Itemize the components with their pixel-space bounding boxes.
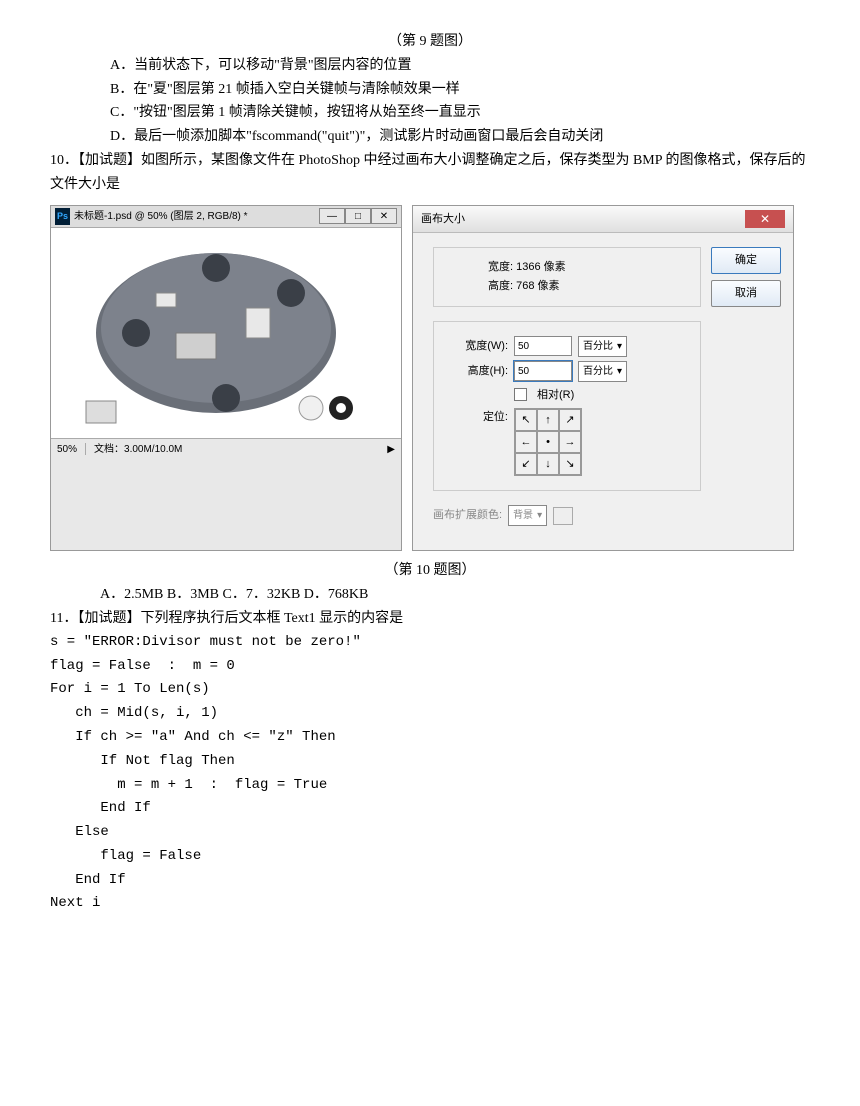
photoshop-window: Ps 未标题-1.psd @ 50% (图层 2, RGB/8) * — □ ✕	[50, 205, 402, 552]
ps-status-bar: 50% 文档：3.00M/10.0M ▶	[51, 438, 401, 460]
q9-option-b: B．在"夏"图层第 21 帧插入空白关键帧与清除帧效果一样	[50, 78, 810, 102]
width-label: 宽度(W):	[448, 337, 508, 356]
q9-option-d: D．最后一帧添加脚本"fscommand("quit")"，测试影片时动画窗口最…	[50, 125, 810, 149]
q9-option-c: C．"按钮"图层第 1 帧清除关键帧，按钮将从始至终一直显示	[50, 101, 810, 125]
dialog-titlebar: 画布大小 ✕	[413, 206, 793, 234]
height-input[interactable]: 50	[514, 361, 572, 381]
height-label: 高度(H):	[448, 362, 508, 381]
q11-stem: 11．【加试题】下列程序执行后文本框 Text1 显示的内容是	[50, 607, 810, 631]
width-unit-value: 百分比	[583, 338, 613, 355]
width-unit-dropdown[interactable]: 百分比 ▾	[578, 336, 627, 357]
ext-color-swatch	[553, 507, 573, 525]
height-unit-dropdown[interactable]: 百分比 ▾	[578, 361, 627, 382]
ext-color-dropdown: 背景 ▾	[508, 505, 547, 526]
ps-status-arrow-icon[interactable]: ▶	[387, 441, 395, 458]
maximize-button[interactable]: □	[345, 208, 371, 224]
current-size-group: 宽度: 1366 像素 高度: 768 像素	[433, 247, 701, 306]
relative-label: 相对(R)	[537, 386, 574, 405]
close-button[interactable]: ✕	[371, 208, 397, 224]
close-icon[interactable]: ✕	[745, 210, 785, 228]
width-input[interactable]: 50	[514, 336, 572, 356]
ps-doc-size: 文档：3.00M/10.0M	[94, 441, 182, 458]
anchor-label: 定位:	[448, 408, 508, 427]
minimize-button[interactable]: —	[319, 208, 345, 224]
ps-document-title: 未标题-1.psd @ 50% (图层 2, RGB/8) *	[74, 208, 248, 225]
cancel-button[interactable]: 取消	[711, 280, 781, 307]
ps-app-icon: Ps	[55, 208, 70, 225]
ps-canvas	[51, 228, 401, 438]
q10-options: A．2.5MB B．3MB C．7．32KB D．768KB	[50, 583, 810, 607]
q10-caption: （第 10 题图）	[50, 559, 810, 583]
q10-figure-row: Ps 未标题-1.psd @ 50% (图层 2, RGB/8) * — □ ✕	[50, 205, 810, 552]
q9-caption: （第 9 题图）	[50, 30, 810, 54]
chevron-down-icon: ▾	[537, 507, 542, 524]
q10-stem: 10．【加试题】如图所示，某图像文件在 PhotoShop 中经过画布大小调整确…	[50, 149, 810, 197]
new-size-group: 宽度(W): 50 百分比 ▾ 高度(H): 50 百分比 ▾	[433, 321, 701, 492]
ps-zoom[interactable]: 50%	[57, 441, 77, 458]
q11-code: s = "ERROR:Divisor must not be zero!" fl…	[50, 631, 810, 917]
q9-option-a: A．当前状态下，可以移动"背景"图层内容的位置	[50, 54, 810, 78]
ext-color-value: 背景	[513, 507, 533, 524]
ext-color-label: 画布扩展颜色:	[433, 506, 502, 525]
anchor-grid[interactable]: ↖↑↗ ←•→ ↙↓↘	[514, 408, 582, 476]
ok-button[interactable]: 确定	[711, 247, 781, 274]
canvas-size-dialog: 画布大小 ✕ 宽度: 1366 像素 高度: 768 像素 宽度(W): 50 …	[412, 205, 794, 552]
dialog-title: 画布大小	[421, 210, 465, 229]
chevron-down-icon: ▾	[617, 338, 622, 355]
meeting-illustration	[76, 233, 376, 433]
ps-titlebar: Ps 未标题-1.psd @ 50% (图层 2, RGB/8) * — □ ✕	[51, 206, 401, 228]
height-unit-value: 百分比	[583, 363, 613, 380]
current-width: 宽度: 1366 像素	[448, 258, 686, 277]
chevron-down-icon: ▾	[617, 363, 622, 380]
relative-checkbox[interactable]	[514, 388, 527, 401]
current-height: 高度: 768 像素	[448, 277, 686, 296]
